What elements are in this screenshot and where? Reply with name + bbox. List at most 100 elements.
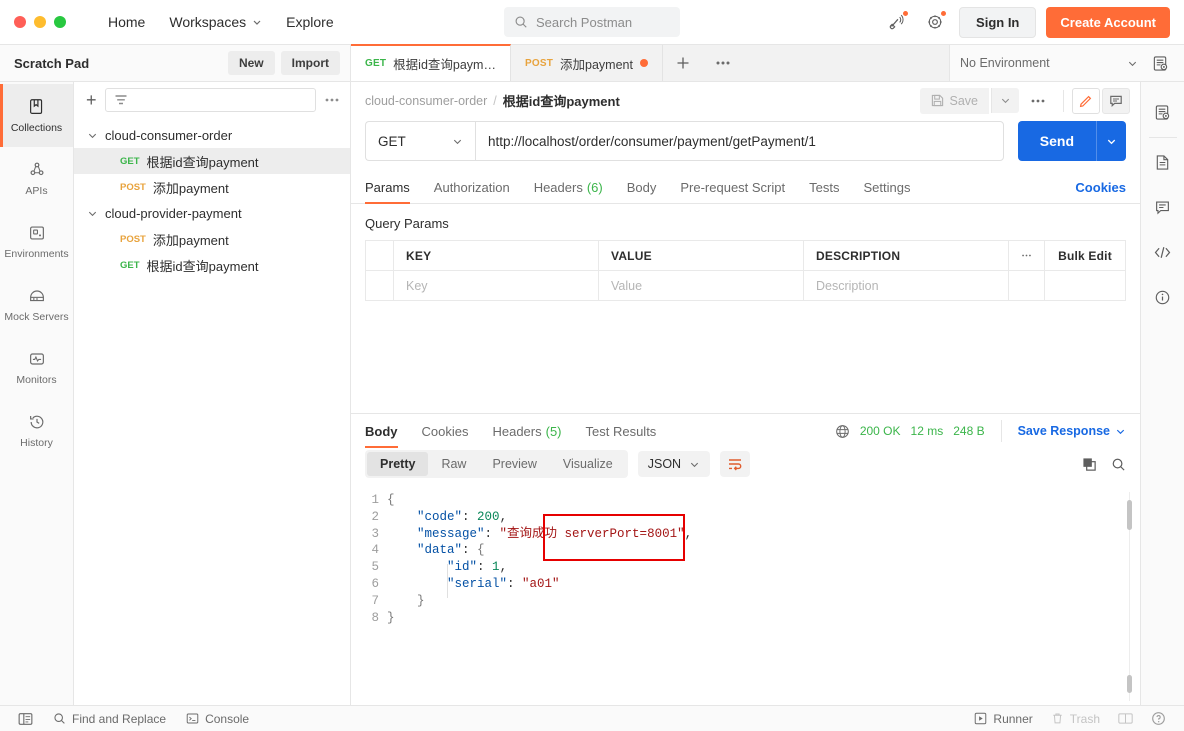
- http-method-select[interactable]: GET: [365, 121, 475, 161]
- save-button[interactable]: Save: [919, 87, 989, 114]
- settings-button[interactable]: [921, 8, 949, 36]
- environment-quick-look-button[interactable]: [1146, 49, 1174, 77]
- new-tab-button[interactable]: [662, 45, 703, 81]
- bulk-edit-button[interactable]: Bulk Edit: [1045, 241, 1125, 270]
- wrap-lines-button[interactable]: [720, 451, 751, 477]
- row-value-input[interactable]: Value: [599, 271, 804, 300]
- collections-filter-input[interactable]: [104, 88, 316, 112]
- add-collection-button[interactable]: +: [86, 91, 97, 109]
- response-tab-headers[interactable]: Headers (5): [480, 414, 573, 448]
- maximize-window-button[interactable]: [54, 16, 66, 28]
- response-tab-body[interactable]: Body: [365, 414, 410, 448]
- save-icon: [931, 94, 943, 107]
- tab-params[interactable]: Params: [365, 171, 422, 204]
- network-icon[interactable]: [835, 424, 850, 439]
- tab-body[interactable]: Body: [615, 171, 669, 204]
- tab-settings[interactable]: Settings: [851, 171, 922, 204]
- save-options-button[interactable]: [991, 88, 1019, 113]
- nav-item-home[interactable]: Home: [96, 8, 157, 36]
- breadcrumb-current[interactable]: 根据id查询payment: [503, 91, 620, 110]
- tab-tests[interactable]: Tests: [797, 171, 851, 204]
- cookies-link[interactable]: Cookies: [1075, 180, 1126, 195]
- trash-icon: [1053, 713, 1062, 724]
- code-snippet-button[interactable]: [1141, 230, 1184, 275]
- env-quick-look-button[interactable]: [1141, 90, 1184, 135]
- request-item-0-1[interactable]: POST 添加payment: [74, 174, 350, 200]
- save-response-button[interactable]: Save Response: [1018, 424, 1126, 438]
- help-button[interactable]: [1143, 708, 1174, 729]
- comment-request-button[interactable]: [1102, 87, 1130, 114]
- runner-button[interactable]: Runner: [966, 709, 1040, 729]
- response-tab-cookies[interactable]: Cookies: [410, 414, 481, 448]
- view-mode-preview[interactable]: Preview: [479, 452, 549, 476]
- row-checkbox[interactable]: [366, 271, 394, 300]
- chevron-down-icon[interactable]: [86, 130, 98, 141]
- documentation-button[interactable]: [1141, 140, 1184, 185]
- sign-in-button[interactable]: Sign In: [959, 6, 1037, 38]
- row-description-input[interactable]: Description: [804, 271, 1009, 300]
- edit-request-button[interactable]: [1072, 87, 1100, 114]
- response-tab-test-results[interactable]: Test Results: [574, 414, 669, 448]
- nav-item-workspaces-label: Workspaces: [169, 14, 247, 30]
- sidebar-item-monitors[interactable]: Monitors: [0, 336, 73, 399]
- environment-selector[interactable]: No Environment: [960, 56, 1138, 70]
- find-and-replace-label: Find and Replace: [72, 711, 167, 726]
- close-window-button[interactable]: [14, 16, 26, 28]
- response-body-code[interactable]: 1 2 3 4 5 6 7 8 { "code": 200, "message"…: [351, 486, 1140, 705]
- sidebar-item-environments[interactable]: Environments: [0, 210, 73, 273]
- breadcrumb-collection[interactable]: cloud-consumer-order: [365, 94, 487, 108]
- sidebar-item-history[interactable]: History: [0, 399, 73, 462]
- broadcast-announcements-button[interactable]: [883, 8, 911, 36]
- send-button[interactable]: Send: [1017, 121, 1096, 161]
- global-search-box[interactable]: Search Postman: [504, 7, 680, 37]
- toggle-sidebar-button[interactable]: [10, 709, 41, 729]
- search-response-button[interactable]: [1111, 457, 1126, 472]
- right-navigation-rail: [1140, 82, 1184, 705]
- collection-node-cloud-provider-payment[interactable]: cloud-provider-payment: [74, 200, 350, 226]
- url-input[interactable]: http://localhost/order/consumer/payment/…: [475, 121, 1004, 161]
- comments-button[interactable]: [1141, 185, 1184, 230]
- view-mode-raw[interactable]: Raw: [428, 452, 479, 476]
- sidebar-item-apis[interactable]: APIs: [0, 147, 73, 210]
- request-item-0-0[interactable]: GET 根据id查询payment: [74, 148, 350, 174]
- response-scrollbar-thumb[interactable]: [1127, 500, 1132, 530]
- query-params-title: Query Params: [365, 216, 449, 231]
- nav-item-workspaces[interactable]: Workspaces: [157, 8, 274, 36]
- row-key-input[interactable]: Key: [394, 271, 599, 300]
- trash-button[interactable]: Trash: [1043, 709, 1108, 729]
- table-options-button[interactable]: [1009, 241, 1045, 270]
- copy-response-button[interactable]: [1082, 457, 1097, 472]
- chevron-down-icon[interactable]: [86, 208, 98, 219]
- collection-node-cloud-consumer-order[interactable]: cloud-consumer-order: [74, 122, 350, 148]
- sidebar-item-mock-servers[interactable]: Mock Servers: [0, 273, 73, 336]
- response-format-select[interactable]: JSON: [637, 451, 711, 477]
- console-button[interactable]: Console: [178, 709, 257, 729]
- tab-pre-request-script[interactable]: Pre-request Script: [668, 171, 797, 204]
- request-item-1-0[interactable]: POST 添加payment: [74, 226, 350, 252]
- info-button[interactable]: [1141, 275, 1184, 320]
- import-button[interactable]: Import: [280, 51, 340, 75]
- chevron-down-icon: [690, 462, 699, 467]
- chevron-down-icon: [253, 20, 261, 25]
- view-mode-visualize[interactable]: Visualize: [550, 452, 626, 476]
- request-more-button[interactable]: [1021, 92, 1055, 110]
- request-tab-0[interactable]: GET 根据id查询payment: [351, 44, 511, 81]
- view-mode-pretty[interactable]: Pretty: [367, 452, 429, 476]
- tab-headers[interactable]: Headers (6): [522, 171, 615, 204]
- find-and-replace-button[interactable]: Find and Replace: [45, 709, 174, 729]
- sidebar-item-collections[interactable]: Collections: [0, 84, 73, 147]
- table-row[interactable]: Key Value Description: [366, 271, 1125, 301]
- collections-more-button[interactable]: [324, 97, 340, 103]
- nav-item-explore[interactable]: Explore: [274, 8, 345, 36]
- request-tab-1[interactable]: POST 添加payment: [511, 45, 663, 81]
- send-options-button[interactable]: [1096, 121, 1126, 161]
- create-account-button[interactable]: Create Account: [1046, 6, 1170, 38]
- tab-options-button[interactable]: [702, 45, 743, 81]
- line-number: 2: [371, 509, 379, 524]
- two-pane-layout-button[interactable]: [1110, 709, 1141, 728]
- request-item-1-1[interactable]: GET 根据id查询payment: [74, 252, 350, 278]
- tab-authorization[interactable]: Authorization: [422, 171, 522, 204]
- new-button[interactable]: New: [227, 51, 275, 75]
- minimize-window-button[interactable]: [34, 16, 46, 28]
- response-scrollbar-thumb-bottom[interactable]: [1127, 675, 1132, 693]
